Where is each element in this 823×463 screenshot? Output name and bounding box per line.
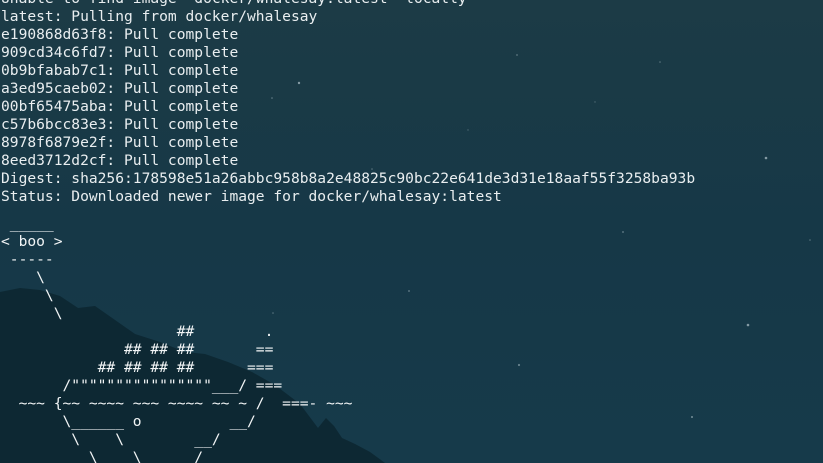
terminal-line: a3ed95caeb02: Pull complete (1, 80, 239, 97)
terminal-line: 00bf65475aba: Pull complete (1, 98, 239, 115)
terminal-line: 909cd34c6fd7: Pull complete (1, 44, 239, 61)
terminal-output: Unable to find image 'docker/whalesay:la… (1, 0, 695, 206)
terminal-line: 8eed3712d2cf: Pull complete (1, 152, 239, 169)
terminal-line: 8978f6879e2f: Pull complete (1, 134, 239, 151)
terminal-line: 0b9bfabab7c1: Pull complete (1, 62, 239, 79)
digest-line: Digest: sha256:178598e51a26abbc958b8a2e4… (1, 170, 696, 187)
terminal-line: c57b6bcc83e3: Pull complete (1, 116, 239, 133)
whalesay-ascii-art: _____ < boo > ----- \ \ \ ## . ## ## ## … (1, 215, 353, 463)
terminal-line: e190868d63f8: Pull complete (1, 26, 239, 43)
status-line: Status: Downloaded newer image for docke… (1, 188, 502, 205)
terminal-line: Unable to find image 'docker/whalesay:la… (1, 0, 695, 8)
terminal-line: latest: Pulling from docker/whalesay (1, 8, 318, 25)
